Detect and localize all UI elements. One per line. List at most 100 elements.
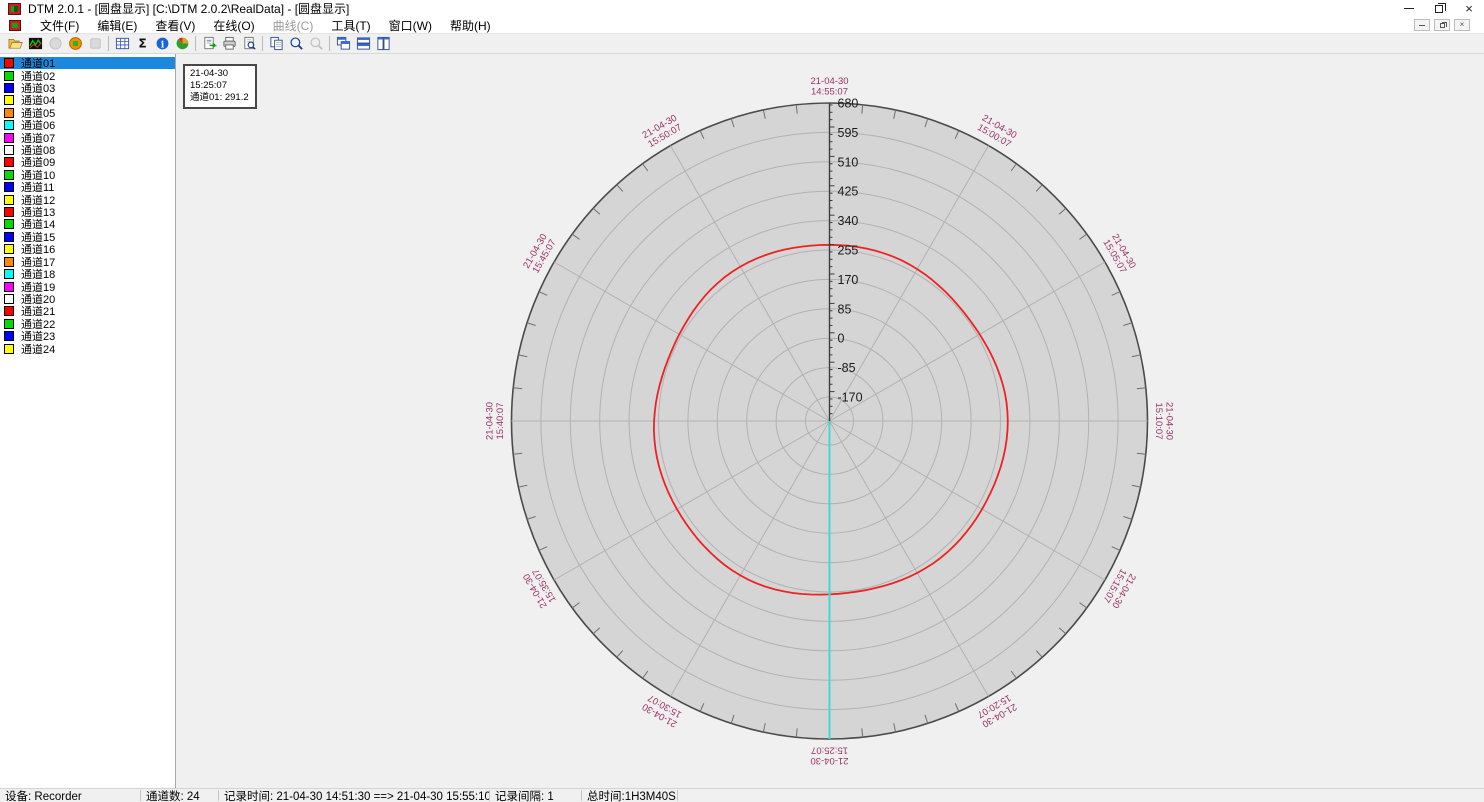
channel-label: 通道24 [21,341,55,357]
print-preview-button[interactable] [239,35,259,53]
mdi-close-button[interactable]: × [1454,19,1470,31]
svg-text:21-04-3015:40:07: 21-04-3015:40:07 [485,402,507,440]
tile-horizontal-button[interactable] [353,35,373,53]
copy-button[interactable] [266,35,286,53]
axis-label: 425 [838,185,859,199]
mdi-restore-button[interactable] [1434,19,1450,31]
svg-text:i: i [160,39,164,50]
status-section-4: 记录间隔: 1 [490,789,581,802]
restore-button[interactable] [1424,0,1454,17]
axis-label: 510 [838,155,859,169]
menu-item-5: 曲线(C) [264,16,323,35]
channel-color-swatch [4,157,14,167]
print-icon [222,36,237,51]
tooltip-time: 15:25:07 [190,80,249,92]
channel-color-swatch [4,207,14,217]
status-section-2: 通道数: 24 [141,789,218,802]
status-section-3: 记录时间: 21-04-30 14:51:30 ==> 21-04-30 15:… [219,789,489,802]
menu-item-6[interactable]: 工具(T) [322,16,379,35]
svg-text:21-04-3015:25:07: 21-04-3015:25:07 [810,745,848,767]
channel-color-swatch [4,145,14,155]
axis-label: 340 [838,214,859,228]
channel-color-swatch [4,232,14,242]
axis-label: 85 [838,302,852,316]
mdi-restore-icon [1440,23,1445,28]
disc-chart-area: 21-04-30 15:25:07 通道01: 291.2 6805955104… [176,54,1484,788]
channel-color-swatch [4,95,14,105]
statistics-sigma-button[interactable]: Σ [132,35,152,53]
main-content: 通道01通道02通道03通道04通道05通道06通道07通道08通道09通道10… [0,54,1484,788]
open-file-icon [8,36,23,51]
record-button[interactable] [65,35,85,53]
cascade-windows-icon [336,36,351,51]
record-icon [68,36,83,51]
title-bar: DTM 2.0.1 - [圆盘显示] [C:\DTM 2.0.2\RealDat… [0,0,1484,17]
toolbar-separator [195,36,196,51]
channel-color-swatch [4,319,14,329]
stop-icon [88,36,103,51]
play-button [45,35,65,53]
export-button[interactable] [199,35,219,53]
axis-label: 255 [838,244,859,258]
menu-item-8[interactable]: 帮助(H) [441,16,500,35]
time-label: 21-04-3014:55:07 [810,76,848,98]
minimize-icon [1404,8,1414,9]
toolbar: Σi [0,34,1484,54]
time-label: 21-04-3015:40:07 [485,402,507,440]
channel-color-swatch [4,257,14,267]
channel-color-swatch [4,108,14,118]
channel-color-swatch [4,294,14,304]
realtime-curve-button[interactable] [25,35,45,53]
tooltip-date: 21-04-30 [190,68,249,80]
axis-label: 595 [838,126,859,140]
axis-label: 680 [838,97,859,111]
value-tooltip: 21-04-30 15:25:07 通道01: 291.2 [183,64,257,109]
channel-color-swatch [4,244,14,254]
data-table-icon [115,36,130,51]
data-table-button[interactable] [112,35,132,53]
status-section-5: 总时间:1H3M40S [582,789,677,802]
cascade-windows-button[interactable] [333,35,353,53]
mdi-minimize-button[interactable] [1414,19,1430,31]
channel-color-swatch [4,269,14,279]
menu-item-4[interactable]: 在线(O) [204,16,263,35]
zoom-selection-icon [309,36,324,51]
polar-disc-chart: 680595510425340255170850-85-17021-04-301… [176,54,1484,788]
channel-item-24[interactable]: 通道24 [0,342,175,354]
tile-vertical-button[interactable] [373,35,393,53]
restore-icon [1435,5,1443,13]
toolbar-separator [329,36,330,51]
channel-color-swatch [4,170,14,180]
copy-icon [269,36,284,51]
close-button[interactable]: × [1454,0,1484,17]
pie-chart-button[interactable] [172,35,192,53]
info-button[interactable]: i [152,35,172,53]
statistics-sigma-icon: Σ [135,36,150,51]
channel-color-swatch [4,306,14,316]
menu-bar: 文件(F)编辑(E)查看(V)在线(O)曲线(C)工具(T)窗口(W)帮助(H)… [0,17,1484,34]
zoom-selection-button [306,35,326,53]
print-preview-icon [242,36,257,51]
channel-color-swatch [4,195,14,205]
menu-item-2[interactable]: 编辑(E) [88,16,146,35]
zoom-button[interactable] [286,35,306,53]
minimize-button[interactable] [1394,0,1424,17]
toolbar-separator [108,36,109,51]
app-window: DTM 2.0.1 - [圆盘显示] [C:\DTM 2.0.2\RealDat… [0,0,1484,802]
channel-color-swatch [4,58,14,68]
menu-item-7[interactable]: 窗口(W) [380,16,441,35]
tile-vertical-icon [376,36,391,51]
mdi-child-icon [9,20,21,31]
menu-item-1[interactable]: 文件(F) [31,16,88,35]
status-section-1: 设备: Recorder [0,789,140,802]
channel-color-swatch [4,331,14,341]
print-button[interactable] [219,35,239,53]
channel-color-swatch [4,120,14,130]
play-icon [48,36,63,51]
axis-label: 170 [838,273,859,287]
channel-color-swatch [4,83,14,93]
time-label: 21-04-3015:10:07 [1153,402,1175,440]
time-label: 21-04-3015:25:07 [810,745,848,767]
menu-item-3[interactable]: 查看(V) [146,16,204,35]
open-file-button[interactable] [5,35,25,53]
